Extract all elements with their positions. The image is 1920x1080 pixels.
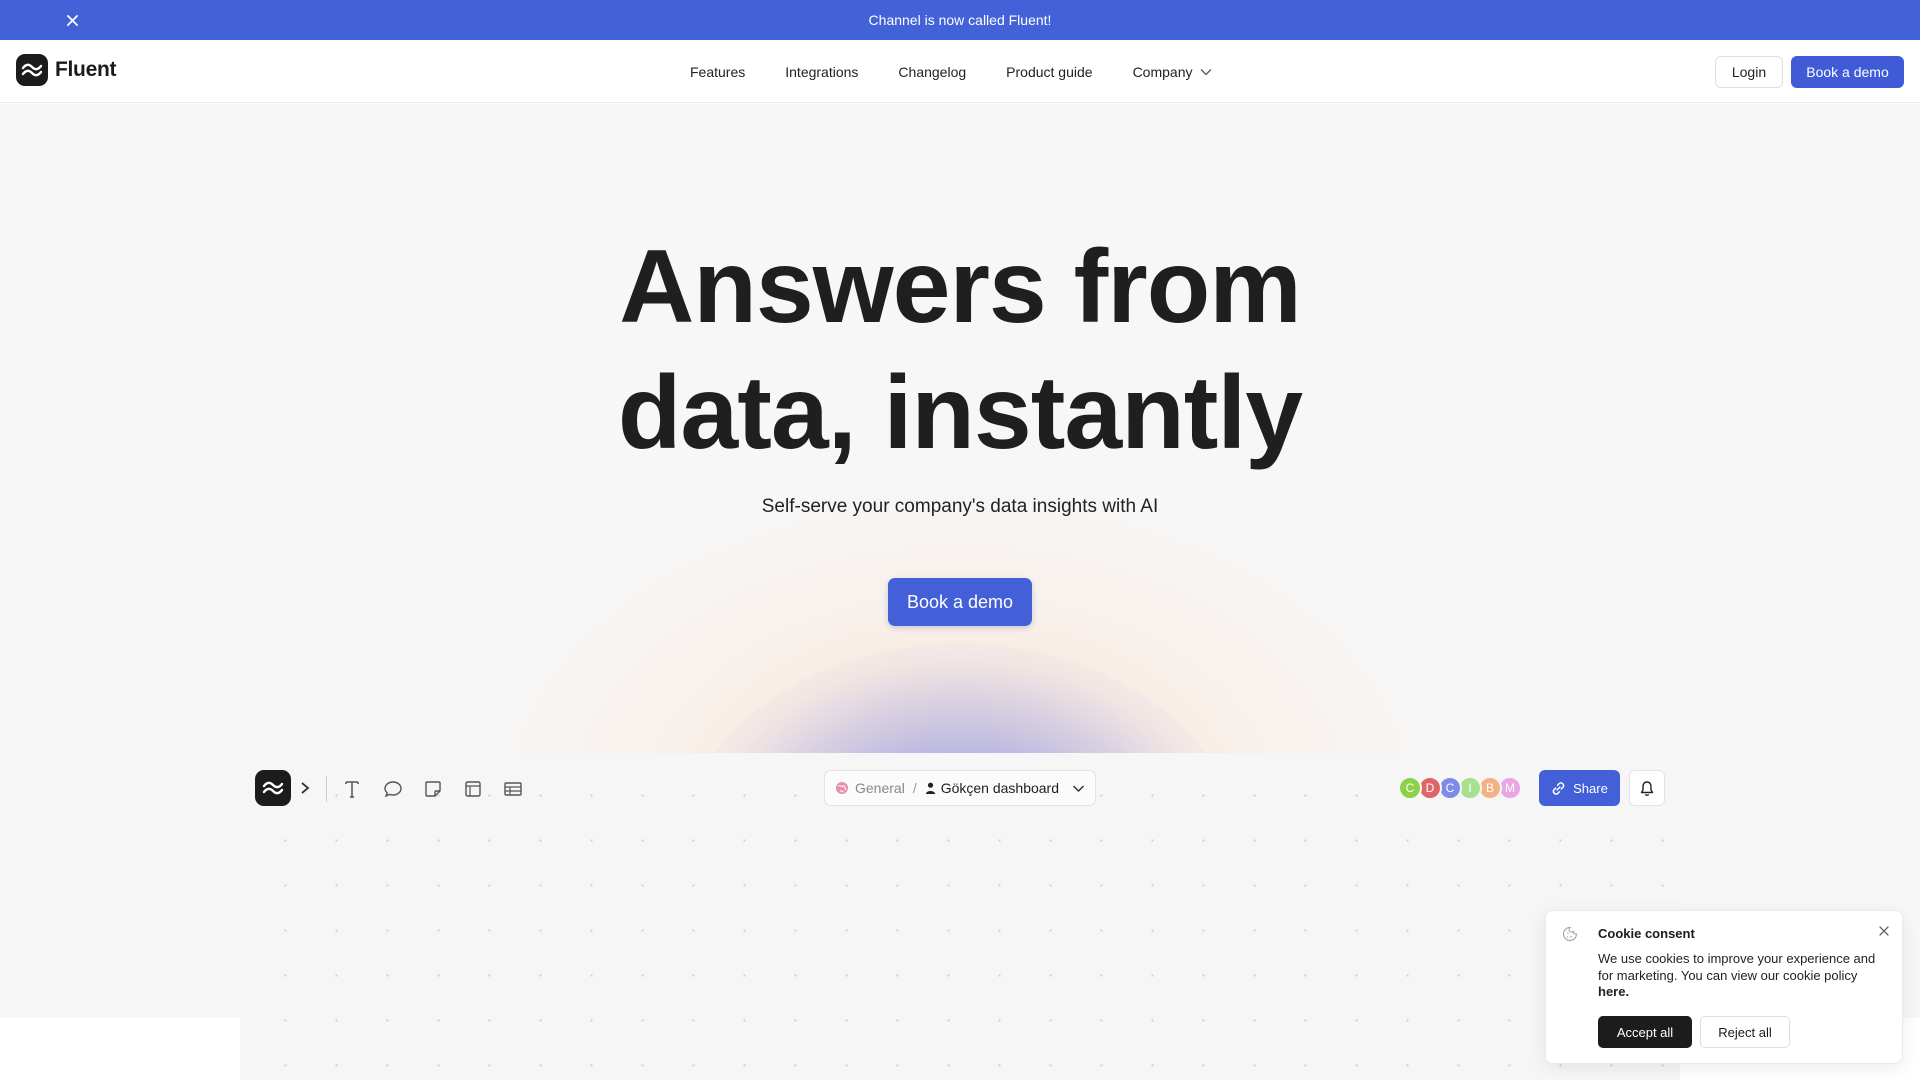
hero-subheadline: Self-serve your company's data insights … <box>761 496 1159 517</box>
nav-product-guide[interactable]: Product guide <box>1006 64 1092 80</box>
text-tool-icon[interactable] <box>339 776 365 802</box>
bell-icon <box>1640 780 1654 796</box>
share-button[interactable]: Share <box>1539 770 1620 806</box>
cookie-consent-dialog: Cookie consent We use cookies to improve… <box>1545 910 1903 1064</box>
fluent-logo-icon <box>262 781 284 795</box>
logo[interactable]: Fluent <box>16 54 117 86</box>
chevron-down-icon <box>1072 784 1085 792</box>
chevron-down-icon <box>1201 68 1212 75</box>
fluent-logo-icon <box>16 54 48 86</box>
main-nav: Features Integrations Changelog Product … <box>690 40 1252 103</box>
logo-text: Fluent <box>55 58 117 81</box>
share-label: Share <box>1573 780 1608 796</box>
reject-all-button[interactable]: Reject all <box>1700 1016 1790 1048</box>
announcement-banner: Channel is now called Fluent! <box>0 0 1920 40</box>
breadcrumb-space: General <box>855 780 905 796</box>
headline-line-1: Answers from <box>619 229 1302 345</box>
hero-headline: Answers from data, instantly <box>0 224 1920 476</box>
cookie-title: Cookie consent <box>1598 926 1695 941</box>
comment-icon[interactable] <box>380 776 406 802</box>
nav-company-label: Company <box>1132 63 1193 80</box>
toolbar-divider <box>326 776 327 802</box>
link-icon <box>1552 781 1565 795</box>
close-icon[interactable] <box>62 10 82 30</box>
nav-features[interactable]: Features <box>690 64 745 80</box>
login-button[interactable]: Login <box>1715 56 1783 88</box>
globe-icon <box>836 782 848 794</box>
hero-book-demo-button[interactable]: Book a demo <box>888 578 1032 626</box>
header-book-demo-button[interactable]: Book a demo <box>1791 56 1904 88</box>
dashboard-breadcrumb[interactable]: General / Gökçen dashboard <box>824 770 1096 806</box>
breadcrumb-dashboard: Gökçen dashboard <box>940 780 1060 796</box>
avatar[interactable]: C <box>1398 776 1422 800</box>
nav-integrations[interactable]: Integrations <box>785 64 858 80</box>
cookie-body: We use cookies to improve your experienc… <box>1598 951 1888 1001</box>
nav-company[interactable]: Company <box>1133 64 1213 80</box>
breadcrumb-separator: / <box>912 780 917 796</box>
chevron-right-icon[interactable] <box>298 780 312 796</box>
frame-icon[interactable] <box>460 776 486 802</box>
app-logo-button[interactable] <box>255 770 291 806</box>
banner-text: Channel is now called Fluent! <box>868 12 1052 28</box>
site-header: Fluent Features Integrations Changelog P… <box>0 40 1920 103</box>
cookie-body-text: We use cookies to improve your experienc… <box>1598 951 1876 983</box>
headline-line-2: data, instantly <box>617 355 1303 471</box>
sticky-note-icon[interactable] <box>420 776 446 802</box>
cookie-icon <box>1562 926 1578 942</box>
user-icon <box>925 782 935 794</box>
table-icon[interactable] <box>500 776 526 802</box>
nav-changelog[interactable]: Changelog <box>898 64 966 80</box>
cookie-policy-link[interactable]: here. <box>1598 984 1629 999</box>
collaborator-avatars: CDCIBM <box>1398 776 1522 800</box>
notifications-button[interactable] <box>1629 770 1665 806</box>
close-icon[interactable] <box>1877 924 1891 938</box>
accept-all-button[interactable]: Accept all <box>1598 1016 1692 1048</box>
